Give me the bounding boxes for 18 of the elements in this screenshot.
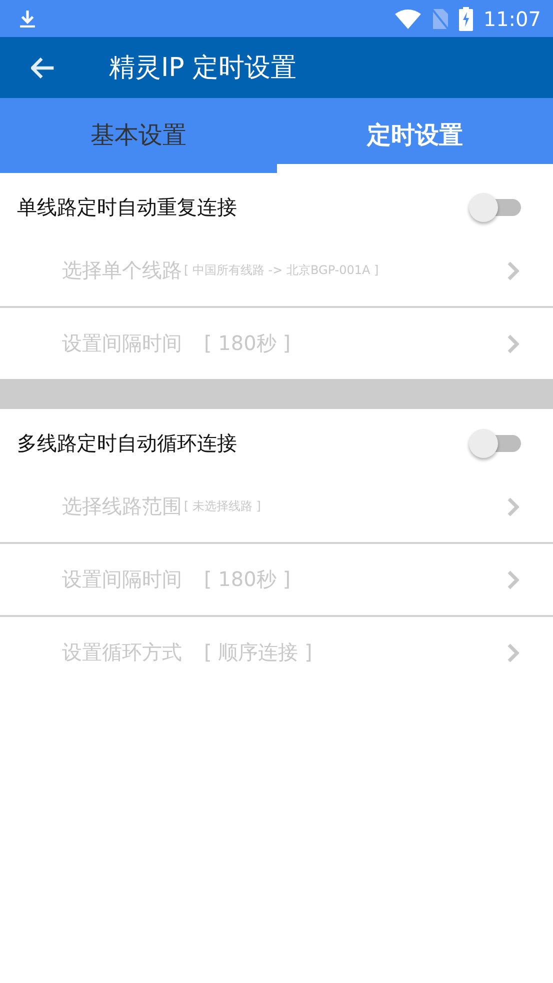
- toggle-switch[interactable]: [469, 192, 521, 222]
- chevron-icon: [507, 496, 519, 516]
- tab[interactable]: 定时设置: [276, 98, 553, 173]
- chevron-icon: [507, 260, 519, 280]
- chevron-icon: [507, 570, 519, 590]
- toggle-switch[interactable]: [469, 428, 521, 458]
- back-arrow-icon[interactable]: [31, 56, 55, 78]
- tab[interactable]: 基本设置: [0, 98, 276, 173]
- chevron-icon: [507, 334, 519, 354]
- setting-title: 多线路定时自动循环连接: [17, 430, 237, 456]
- screen-title: 精灵IP 定时设置: [109, 52, 297, 85]
- wifi-icon: [395, 8, 422, 28]
- battery-charging-icon: [459, 6, 474, 30]
- chevron-icon: [507, 642, 519, 662]
- no-sim-icon: [431, 8, 450, 30]
- status-time: 11:07: [483, 6, 541, 30]
- download-icon: [19, 8, 36, 28]
- setting-title: 单线路定时自动重复连接: [17, 194, 237, 220]
